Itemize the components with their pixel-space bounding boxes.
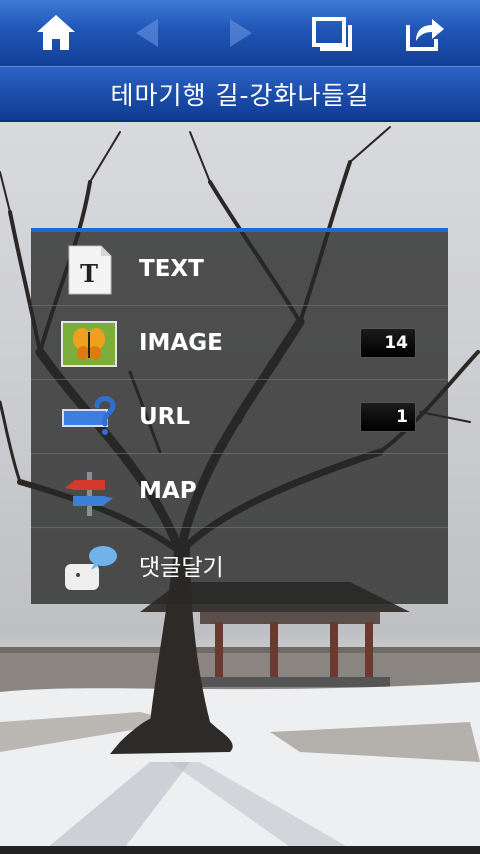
menu-item-label: TEXT xyxy=(139,255,204,282)
menu-item-text[interactable]: T TEXT xyxy=(31,232,448,306)
page-title: 테마기행 길-강화나들길 xyxy=(110,80,370,110)
text-document-icon: T xyxy=(68,245,112,295)
window-button[interactable] xyxy=(304,5,360,61)
menu-item-map[interactable]: MAP xyxy=(31,454,448,528)
butterfly-image-icon xyxy=(61,321,117,367)
share-icon xyxy=(406,19,444,51)
forward-arrow-icon xyxy=(230,19,252,47)
count-badge: 1 xyxy=(360,401,416,432)
comment-bubble-icon xyxy=(65,546,117,590)
menu-item-url[interactable]: URL 1 xyxy=(31,380,448,454)
top-toolbar xyxy=(0,0,480,66)
back-arrow-icon xyxy=(136,19,158,47)
share-button[interactable] xyxy=(396,5,452,61)
menu-item-label: IMAGE xyxy=(139,329,223,356)
signpost-map-icon xyxy=(65,472,113,516)
menu-item-label: URL xyxy=(139,403,191,430)
menu-item-comment[interactable]: 댓글달기 xyxy=(31,528,448,602)
title-bar: 테마기행 길-강화나들길 xyxy=(0,66,480,122)
menu-item-label: 댓글달기 xyxy=(139,555,224,581)
home-icon xyxy=(37,15,75,50)
content-menu: T TEXT IMAGE 14 URL 1 MAP 댓글달기 xyxy=(31,228,448,604)
window-icon xyxy=(312,17,352,51)
home-button[interactable] xyxy=(28,5,84,61)
url-link-icon xyxy=(62,396,116,435)
count-badge: 14 xyxy=(360,327,416,358)
forward-button[interactable] xyxy=(212,5,268,61)
svg-text:T: T xyxy=(80,259,98,288)
menu-item-label: MAP xyxy=(139,477,197,504)
back-button[interactable] xyxy=(120,5,176,61)
bottom-edge xyxy=(0,846,480,854)
menu-item-image[interactable]: IMAGE 14 xyxy=(31,306,448,380)
